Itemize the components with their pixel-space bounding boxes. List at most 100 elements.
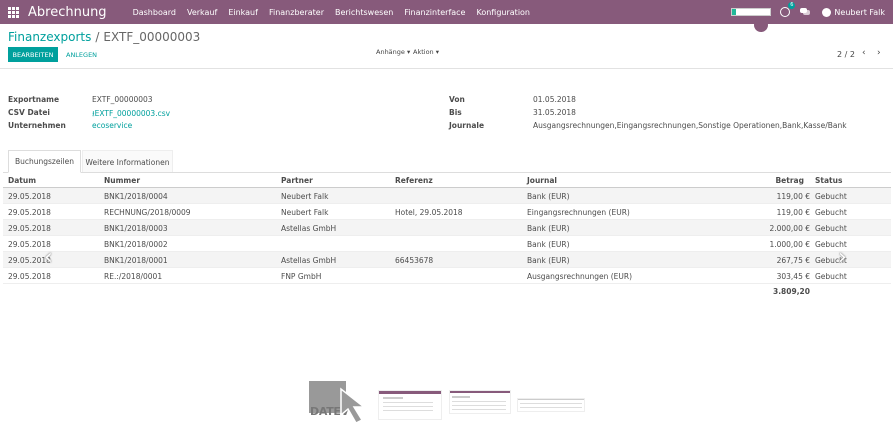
cell-ref: 66453678 bbox=[395, 256, 434, 265]
cell-journal: Bank (EUR) bbox=[527, 192, 570, 201]
app-title: Abrechnung bbox=[28, 4, 107, 20]
from-value: 01.05.2018 bbox=[533, 95, 576, 104]
menu-item-dashboard[interactable]: Dashboard bbox=[133, 8, 176, 17]
pager-prev-icon[interactable]: ‹ bbox=[862, 48, 866, 58]
user-avatar[interactable] bbox=[822, 7, 832, 17]
pager-value[interactable]: 2 / 2 bbox=[837, 50, 855, 59]
cell-journal: Bank (EUR) bbox=[527, 224, 570, 233]
cell-amount: 303,45 € bbox=[776, 272, 810, 281]
table-row[interactable]: 29.05.2018 BNK1/2018/0002 Bank (EUR) 1.000,… bbox=[3, 236, 891, 252]
attachments-dropdown[interactable]: Anhänge ▾ bbox=[376, 48, 410, 56]
cell-status: Gebucht bbox=[815, 192, 847, 201]
column-header-amount[interactable]: Betrag bbox=[743, 176, 804, 185]
action-dropdown[interactable]: Aktion ▾ bbox=[413, 48, 439, 56]
cell-status: Gebucht bbox=[815, 224, 847, 233]
cell-date: 29.05.2018 bbox=[8, 224, 51, 233]
cell-date: 29.05.2018 bbox=[8, 192, 51, 201]
chat-icon[interactable] bbox=[800, 8, 811, 16]
menu-item-berichtswesen[interactable]: Berichtswesen bbox=[335, 8, 393, 17]
cell-partner: Astellas GmbH bbox=[281, 224, 337, 233]
cell-partner: Neubert Falk bbox=[281, 208, 329, 217]
cell-amount: 119,00 € bbox=[776, 208, 810, 217]
screenshot-thumbnail-2 bbox=[449, 390, 511, 414]
cell-partner: Astellas GmbH bbox=[281, 256, 337, 265]
column-header-status[interactable]: Status bbox=[815, 176, 842, 185]
journals-value: Ausgangsrechnungen,Eingangsrechnungen,So… bbox=[533, 121, 847, 130]
cell-number: BNK1/2018/0003 bbox=[104, 224, 168, 233]
table-row[interactable]: 29.05.2018 BNK1/2018/0004 Neubert Falk Bank… bbox=[3, 188, 891, 204]
cell-date: 29.05.2018 bbox=[8, 208, 51, 217]
datev-logo: DATEV bbox=[309, 375, 373, 425]
table-row[interactable]: 29.05.2018 RECHNUNG/2018/0009 Neubert Falk… bbox=[3, 204, 891, 220]
pager-next-icon[interactable]: › bbox=[877, 48, 881, 58]
control-panel-divider bbox=[0, 68, 893, 69]
cell-date: 29.05.2018 bbox=[8, 272, 51, 281]
cell-number: BNK1/2018/0002 bbox=[104, 240, 168, 249]
breadcrumb-separator: / bbox=[95, 30, 100, 44]
export-name-value: EXTF_00000003 bbox=[92, 95, 153, 104]
csv-file-label: CSV Datei bbox=[8, 108, 50, 117]
menu-item-konfiguration[interactable]: Konfiguration bbox=[476, 8, 530, 17]
menu-item-einkauf[interactable]: Einkauf bbox=[228, 8, 258, 17]
menu-item-verkauf[interactable]: Verkauf bbox=[187, 8, 217, 17]
cell-amount: 119,00 € bbox=[776, 192, 810, 201]
activity-clock-icon[interactable]: 6 bbox=[780, 2, 796, 17]
column-header-number[interactable]: Nummer bbox=[104, 176, 140, 185]
column-header-partner[interactable]: Partner bbox=[281, 176, 313, 185]
cell-number: BNK1/2018/0004 bbox=[104, 192, 168, 201]
cell-journal: Bank (EUR) bbox=[527, 256, 570, 265]
action-label: Aktion bbox=[413, 48, 434, 56]
column-header-journal[interactable]: Journal bbox=[527, 176, 557, 185]
screenshot-thumbnail-3 bbox=[517, 398, 585, 412]
cell-partner: FNP GmbH bbox=[281, 272, 322, 281]
csv-file-link[interactable]: ⭳EXTF_00000003.csv bbox=[92, 108, 170, 121]
company-label: Unternehmen bbox=[8, 121, 66, 130]
cell-ref: Hotel, 29.05.2018 bbox=[395, 208, 463, 217]
total-amount: 3.809,20 bbox=[772, 287, 810, 296]
cell-number: BNK1/2018/0001 bbox=[104, 256, 168, 265]
company-link[interactable]: ecoservice bbox=[92, 121, 132, 130]
breadcrumb-current: EXTF_00000003 bbox=[103, 30, 201, 44]
table-row[interactable]: 29.05.2018 RE.:/2018/0001 FNP GmbH Ausgangs… bbox=[3, 268, 891, 284]
to-label: Bis bbox=[449, 108, 462, 117]
table-header: Datum Nummer Partner Referenz Journal Be… bbox=[3, 172, 891, 188]
menu-item-finanzinterface[interactable]: Finanzinterface bbox=[404, 8, 465, 17]
cell-amount: 267,75 € bbox=[776, 256, 810, 265]
breadcrumb-parent-link[interactable]: Finanzexports bbox=[8, 30, 91, 44]
breadcrumb: Finanzexports / EXTF_00000003 bbox=[8, 30, 200, 44]
cell-status: Gebucht bbox=[815, 208, 847, 217]
table-body: 29.05.2018 BNK1/2018/0004 Neubert Falk Bank… bbox=[3, 188, 891, 284]
user-menu[interactable]: Neubert Falk bbox=[834, 8, 885, 17]
apps-grid-icon[interactable] bbox=[8, 6, 19, 18]
table-row[interactable]: 29.05.2018 BNK1/2018/0001 Astellas GmbH 664… bbox=[3, 252, 891, 268]
tab-weitere-informationen[interactable]: Weitere Informationen bbox=[82, 150, 173, 173]
cell-journal: Bank (EUR) bbox=[527, 240, 570, 249]
attachments-label: Anhänge bbox=[376, 48, 405, 56]
cursor-highlight-dot bbox=[754, 18, 768, 32]
cell-partner: Neubert Falk bbox=[281, 192, 329, 201]
journals-label: Journale bbox=[449, 121, 485, 130]
table-row[interactable]: 29.05.2018 BNK1/2018/0003 Astellas GmbH Ban… bbox=[3, 220, 891, 236]
csv-file-name: EXTF_00000003.csv bbox=[94, 109, 171, 118]
create-button[interactable]: ANLEGEN bbox=[66, 47, 97, 62]
cell-amount: 1.000,00 € bbox=[769, 240, 810, 249]
from-label: Von bbox=[449, 95, 465, 104]
cell-amount: 2.000,00 € bbox=[769, 224, 810, 233]
cell-journal: Eingangsrechnungen (EUR) bbox=[527, 208, 630, 217]
cursor-arrow-icon bbox=[340, 387, 367, 424]
edit-button[interactable]: BEARBEITEN bbox=[8, 47, 58, 62]
column-header-date[interactable]: Datum bbox=[8, 176, 36, 185]
tab-buchungszeilen[interactable]: Buchungszeilen bbox=[8, 150, 81, 173]
menu-item-finanzberater[interactable]: Finanzberater bbox=[269, 8, 324, 17]
slide-prev-arrow-icon[interactable]: ‹ bbox=[44, 245, 53, 270]
column-header-reference[interactable]: Referenz bbox=[395, 176, 433, 185]
export-name-label: Exportname bbox=[8, 95, 60, 104]
journal-entries-table: Datum Nummer Partner Referenz Journal Be… bbox=[3, 172, 891, 298]
screenshot-thumbnail-1 bbox=[378, 390, 442, 420]
progress-bar bbox=[731, 8, 772, 16]
main-menu: Dashboard Verkauf Einkauf Finanzberater … bbox=[133, 8, 541, 17]
slide-next-arrow-icon[interactable]: › bbox=[838, 245, 847, 270]
table-footer: 3.809,20 bbox=[3, 284, 891, 298]
cell-number: RECHNUNG/2018/0009 bbox=[104, 208, 191, 217]
cell-journal: Ausgangsrechnungen (EUR) bbox=[527, 272, 633, 281]
